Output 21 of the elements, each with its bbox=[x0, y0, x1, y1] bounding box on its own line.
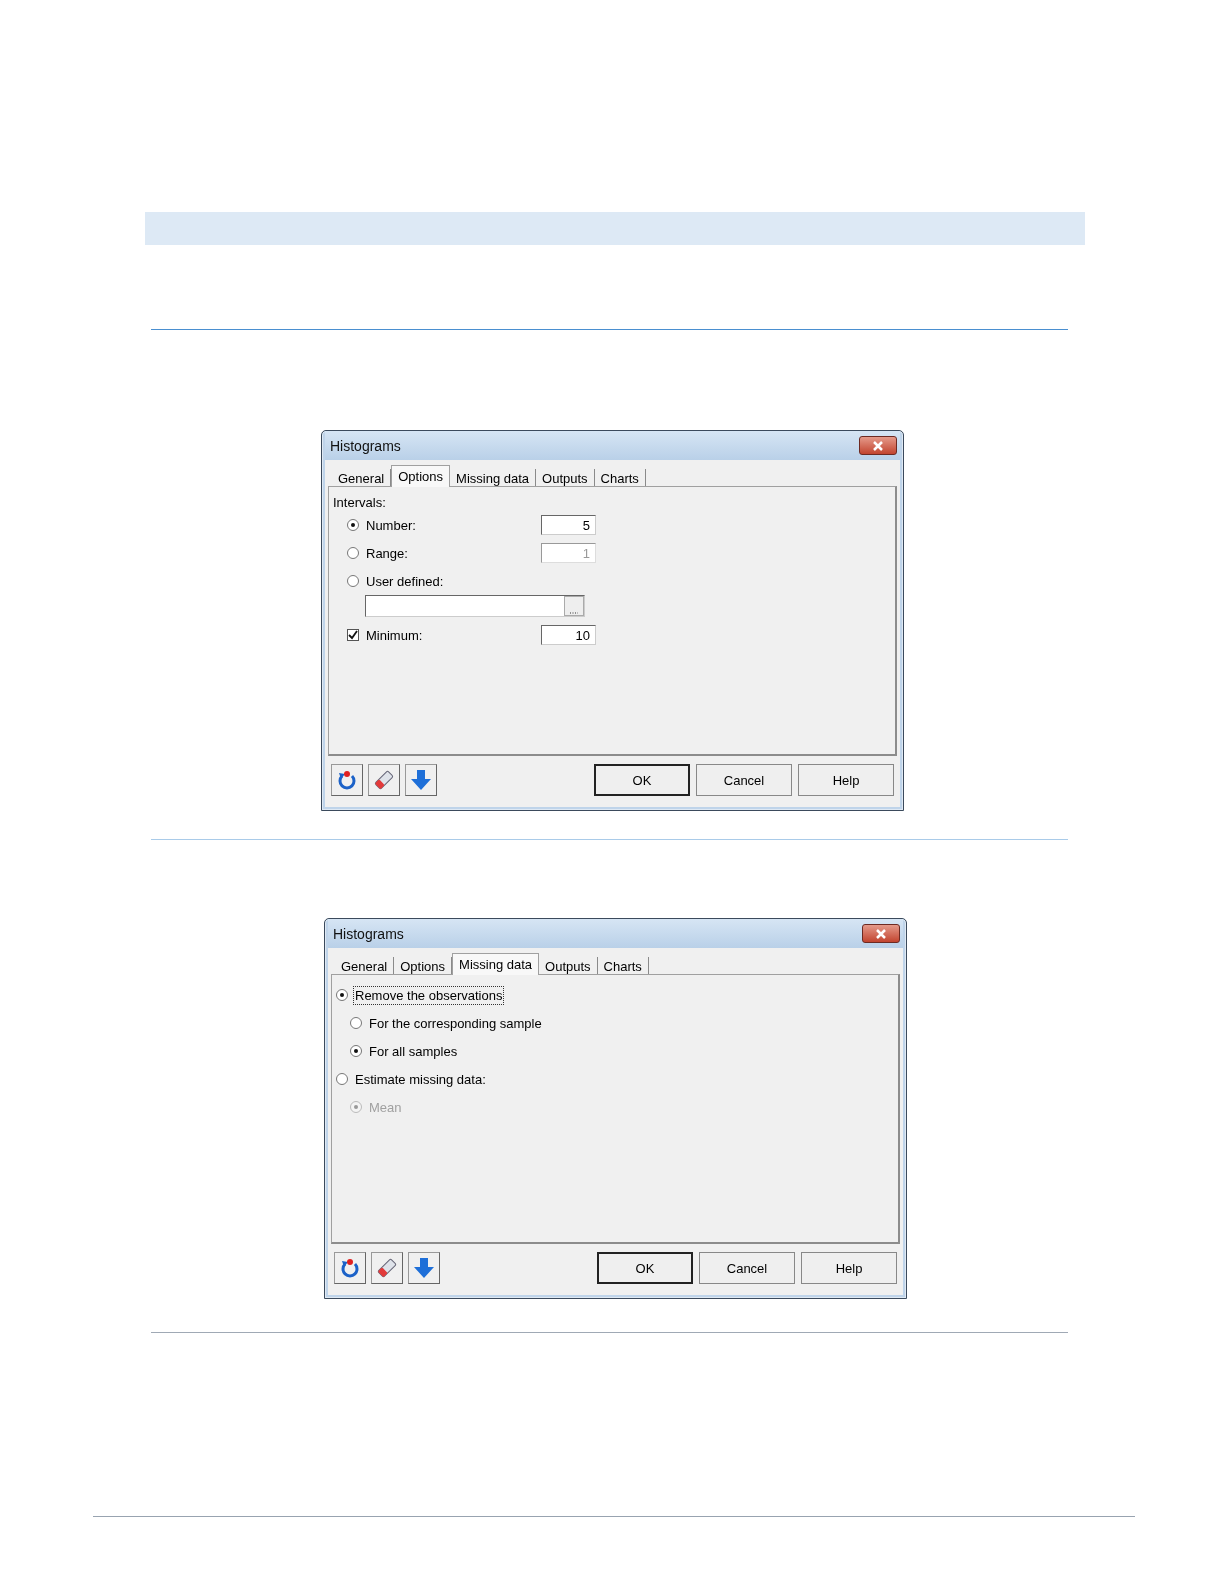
option-label[interactable]: For all samples bbox=[368, 1042, 459, 1060]
dialog-button[interactable]: OK bbox=[594, 764, 690, 796]
dialog-button[interactable]: Cancel bbox=[699, 1252, 795, 1284]
option-label[interactable]: Estimate missing data: bbox=[354, 1070, 487, 1088]
tab[interactable]: Missing data bbox=[452, 953, 540, 975]
option-label[interactable]: Remove the observations bbox=[354, 986, 504, 1004]
dialog-button[interactable]: Help bbox=[798, 764, 894, 796]
option-label[interactable]: For the corresponding sample bbox=[368, 1014, 543, 1032]
window-title: Histograms bbox=[333, 925, 404, 942]
dialog-button[interactable]: Help bbox=[801, 1252, 897, 1284]
option-label[interactable]: User defined: bbox=[365, 572, 445, 590]
dialog-button[interactable]: Cancel bbox=[696, 764, 792, 796]
number-field[interactable]: 10 bbox=[541, 625, 596, 645]
window-title: Histograms bbox=[330, 437, 401, 454]
number-field[interactable]: 5 bbox=[541, 515, 596, 535]
dialog-button[interactable]: OK bbox=[597, 1252, 693, 1284]
option-label[interactable]: Number: bbox=[365, 516, 417, 534]
section-label: Intervals: bbox=[333, 494, 386, 510]
tab[interactable]: Options bbox=[391, 465, 451, 487]
option-label[interactable]: Minimum: bbox=[365, 626, 424, 644]
option-label[interactable]: Range: bbox=[365, 544, 409, 562]
